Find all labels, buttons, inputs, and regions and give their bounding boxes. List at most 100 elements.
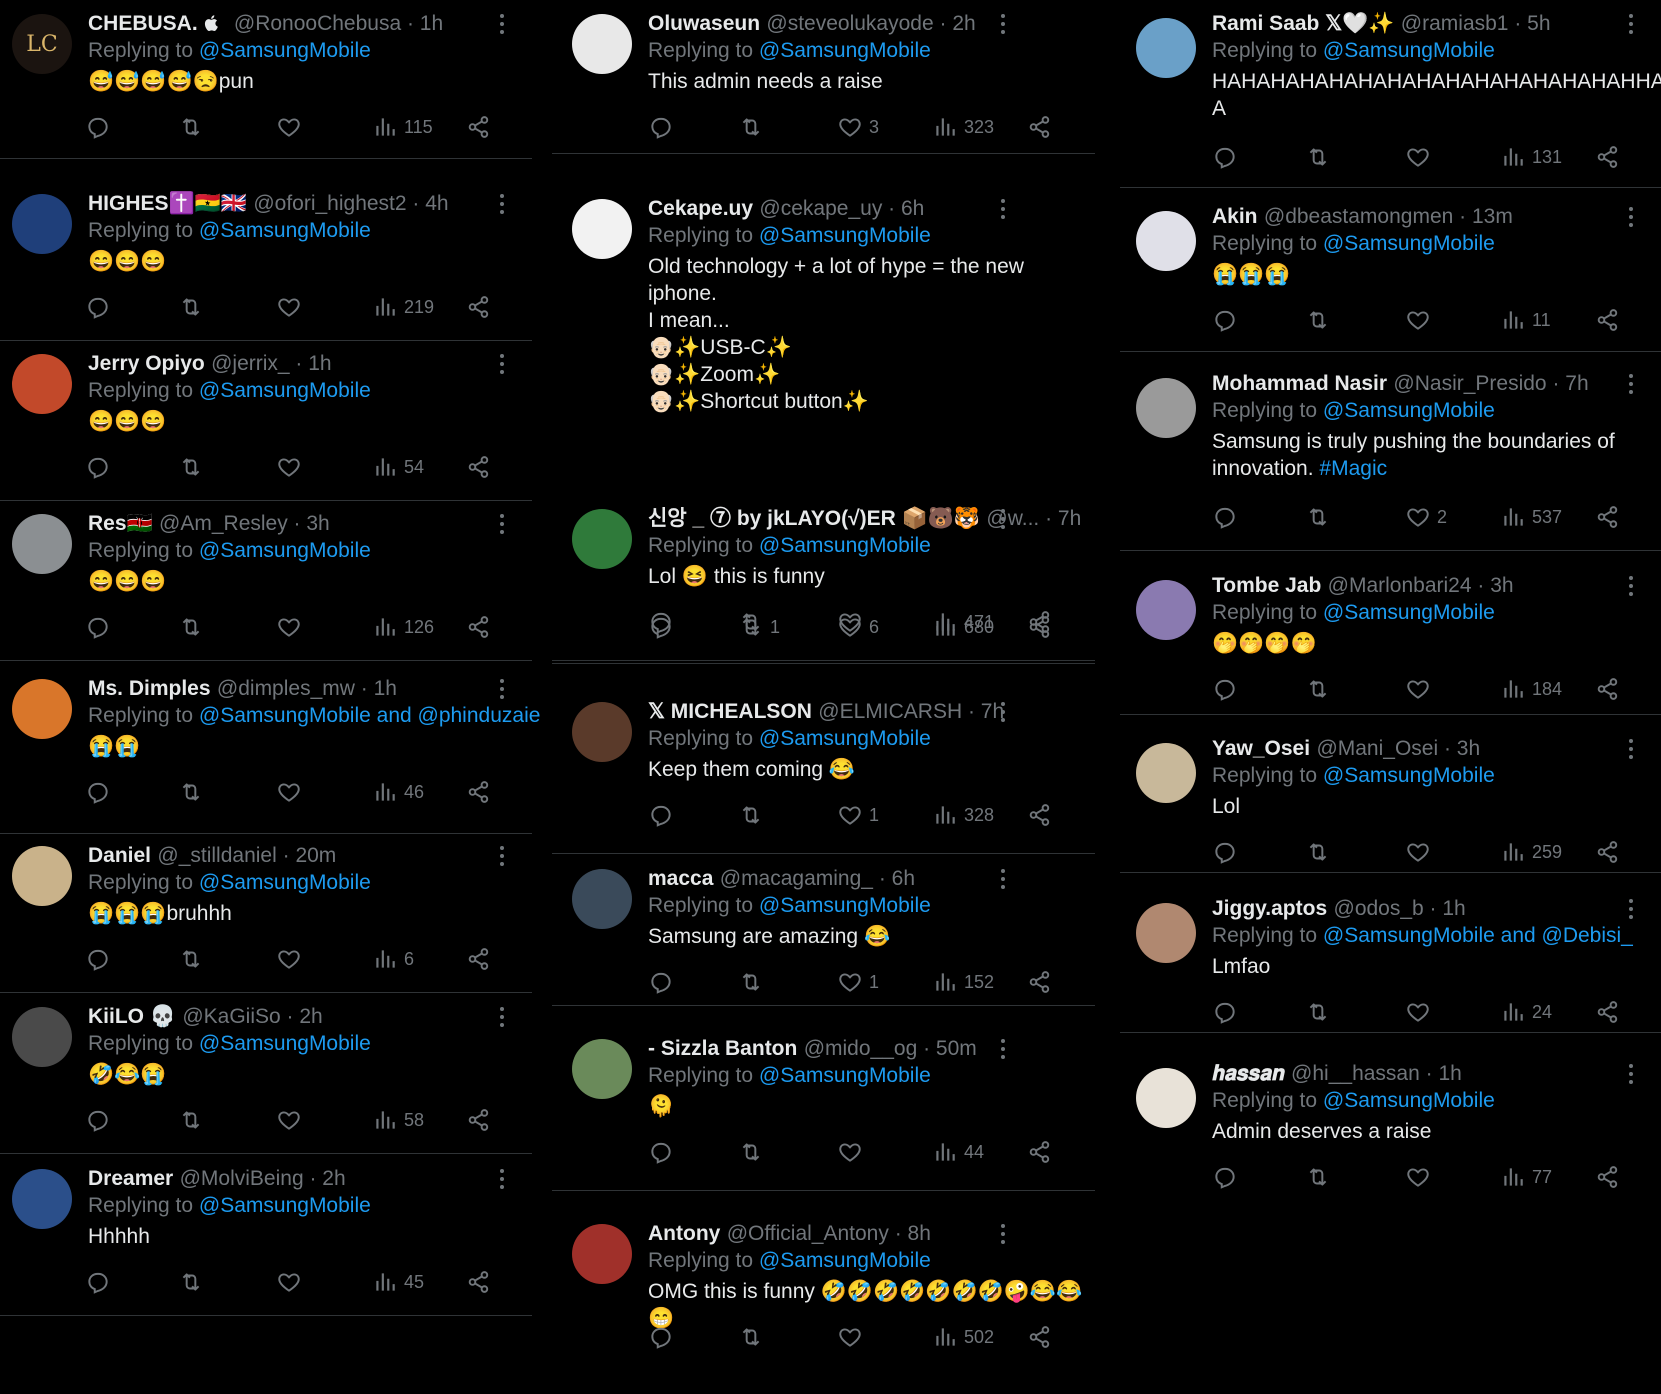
handle[interactable]: @RonooChebusa xyxy=(234,12,401,35)
replying-to-link[interactable]: @SamsungMobile and @phinduzaie xyxy=(199,704,541,727)
tweet[interactable]: Daniel @_stilldaniel · 20m Replying to @S… xyxy=(0,832,532,993)
handle[interactable]: @dimples_mw xyxy=(217,677,355,700)
tweet[interactable]: Jiggy.aptos @odos_b · 1h Replying to @Sam… xyxy=(1120,885,1661,1033)
retweet-button[interactable] xyxy=(1305,837,1337,867)
like-button[interactable] xyxy=(1405,142,1437,172)
tweet[interactable]: 𝒉𝒂𝒔𝒔𝒂𝒏 @hi__hassan · 1h Replying to @Sams… xyxy=(1120,1050,1661,1189)
views-button[interactable]: 126 xyxy=(372,612,434,642)
replying-to-link[interactable]: @SamsungMobile xyxy=(1323,399,1495,422)
replying-to-link[interactable]: @SamsungMobile xyxy=(1323,764,1495,787)
reply-button[interactable] xyxy=(1212,674,1244,704)
share-button[interactable] xyxy=(466,1105,492,1135)
like-button[interactable]: 1 xyxy=(837,967,879,997)
reply-button[interactable] xyxy=(85,944,117,974)
retweet-button[interactable] xyxy=(1305,142,1337,172)
like-button[interactable] xyxy=(276,1105,308,1135)
retweet-button[interactable] xyxy=(178,777,210,807)
more-options-icon[interactable] xyxy=(1001,14,1007,34)
reply-button[interactable] xyxy=(85,612,117,642)
retweet-button[interactable] xyxy=(738,607,770,637)
replying-to-link[interactable]: @SamsungMobile xyxy=(1323,1089,1495,1112)
more-options-icon[interactable] xyxy=(1629,14,1635,34)
handle[interactable]: @ofori_highest2 xyxy=(253,192,406,215)
share-button[interactable] xyxy=(1595,502,1621,532)
views-button[interactable]: 44 xyxy=(932,1137,984,1167)
share-button[interactable] xyxy=(466,452,492,482)
timestamp[interactable]: · 6h xyxy=(873,867,915,890)
more-options-icon[interactable] xyxy=(1629,899,1635,919)
handle[interactable]: @jerrix_ xyxy=(211,352,290,375)
views-button[interactable]: 323 xyxy=(932,112,994,142)
hashtag-link[interactable]: #Magic xyxy=(1319,457,1387,480)
tweet[interactable]: Dreamer @MolviBeing · 2h Replying to @Sam… xyxy=(0,1155,532,1316)
avatar[interactable] xyxy=(572,199,632,259)
timestamp[interactable]: · 4h xyxy=(407,192,448,215)
views-button[interactable]: 184 xyxy=(1500,674,1562,704)
avatar[interactable] xyxy=(572,14,632,74)
more-options-icon[interactable] xyxy=(500,1007,506,1027)
share-button[interactable] xyxy=(1027,967,1053,997)
views-button[interactable]: 471 xyxy=(932,607,994,637)
avatar[interactable] xyxy=(1136,18,1196,78)
timestamp[interactable]: · 6h xyxy=(882,197,924,220)
retweet-button[interactable] xyxy=(1305,997,1337,1027)
reply-button[interactable] xyxy=(85,112,117,142)
retweet-button[interactable] xyxy=(178,292,210,322)
share-button[interactable] xyxy=(466,944,492,974)
more-options-icon[interactable] xyxy=(1001,199,1007,219)
share-button[interactable] xyxy=(1595,674,1621,704)
timestamp[interactable]: · 1h xyxy=(1420,1062,1462,1085)
views-button[interactable]: 537 xyxy=(1500,502,1562,532)
like-button[interactable] xyxy=(276,1267,308,1297)
timestamp[interactable]: · 5h xyxy=(1508,12,1550,35)
replying-to-link[interactable]: @SamsungMobile xyxy=(759,224,931,247)
avatar[interactable] xyxy=(12,846,72,906)
retweet-button[interactable] xyxy=(738,800,770,830)
timestamp[interactable]: · 7h xyxy=(962,700,1004,723)
views-button[interactable]: 46 xyxy=(372,777,424,807)
more-options-icon[interactable] xyxy=(1001,1039,1007,1059)
avatar[interactable] xyxy=(572,869,632,929)
handle[interactable]: @Am_Resley xyxy=(159,512,288,535)
display-name[interactable]: Rami Saab 𝕏🤍✨ xyxy=(1212,12,1394,35)
display-name[interactable]: Ms. Dimples xyxy=(88,677,211,700)
views-button[interactable]: 328 xyxy=(932,800,994,830)
reply-button[interactable] xyxy=(85,452,117,482)
tweet[interactable]: Rami Saab 𝕏🤍✨ @ramiasb1 · 5h Replying to … xyxy=(1120,0,1661,188)
views-button[interactable]: 115 xyxy=(372,112,433,142)
retweet-button[interactable] xyxy=(178,452,210,482)
views-button[interactable]: 6 xyxy=(372,944,414,974)
display-name[interactable]: Jiggy.aptos xyxy=(1212,897,1327,920)
like-button[interactable]: 2 xyxy=(1405,502,1447,532)
views-button[interactable]: 24 xyxy=(1500,997,1552,1027)
display-name[interactable]: CHEBUSA. xyxy=(88,12,204,35)
like-button[interactable] xyxy=(276,112,308,142)
timestamp[interactable]: · 1h xyxy=(290,352,331,375)
more-options-icon[interactable] xyxy=(500,514,506,534)
handle[interactable]: @Mani_Osei xyxy=(1316,737,1438,760)
timestamp[interactable]: · 8h xyxy=(889,1222,931,1245)
reply-button[interactable] xyxy=(1212,305,1244,335)
tweet[interactable]: Res🇰🇪 @Am_Resley · 3h Replying to @Samsun… xyxy=(0,500,532,661)
reply-button[interactable] xyxy=(648,1322,680,1352)
share-button[interactable] xyxy=(1595,142,1621,172)
retweet-button[interactable] xyxy=(178,112,210,142)
share-button[interactable] xyxy=(1595,1162,1621,1192)
display-name[interactable]: macca xyxy=(648,867,713,890)
retweet-button[interactable] xyxy=(1305,674,1337,704)
display-name[interactable]: Akin xyxy=(1212,205,1258,228)
tweet[interactable]: Mohammad Nasir @Nasir_Presido · 7h Replyi… xyxy=(1120,360,1661,551)
like-button[interactable] xyxy=(1405,1162,1437,1192)
display-name[interactable]: Tombe Jab xyxy=(1212,574,1321,597)
display-name[interactable]: 신앙 _ ⑦ by jkLAYO(√)ER 📦🐻🐯 xyxy=(648,507,980,530)
display-name[interactable]: Jerry Opiyo xyxy=(88,352,205,375)
more-options-icon[interactable] xyxy=(500,194,506,214)
handle[interactable]: @MolviBeing xyxy=(180,1167,304,1190)
handle[interactable]: @steveolukayode xyxy=(766,12,933,35)
handle[interactable]: @ramiasb1 xyxy=(1401,12,1509,35)
replying-to-link[interactable]: @SamsungMobile and @Debisi_ xyxy=(1323,924,1633,947)
avatar[interactable] xyxy=(12,679,72,739)
avatar[interactable] xyxy=(12,194,72,254)
avatar[interactable] xyxy=(12,1169,72,1229)
retweet-button[interactable] xyxy=(738,112,770,142)
